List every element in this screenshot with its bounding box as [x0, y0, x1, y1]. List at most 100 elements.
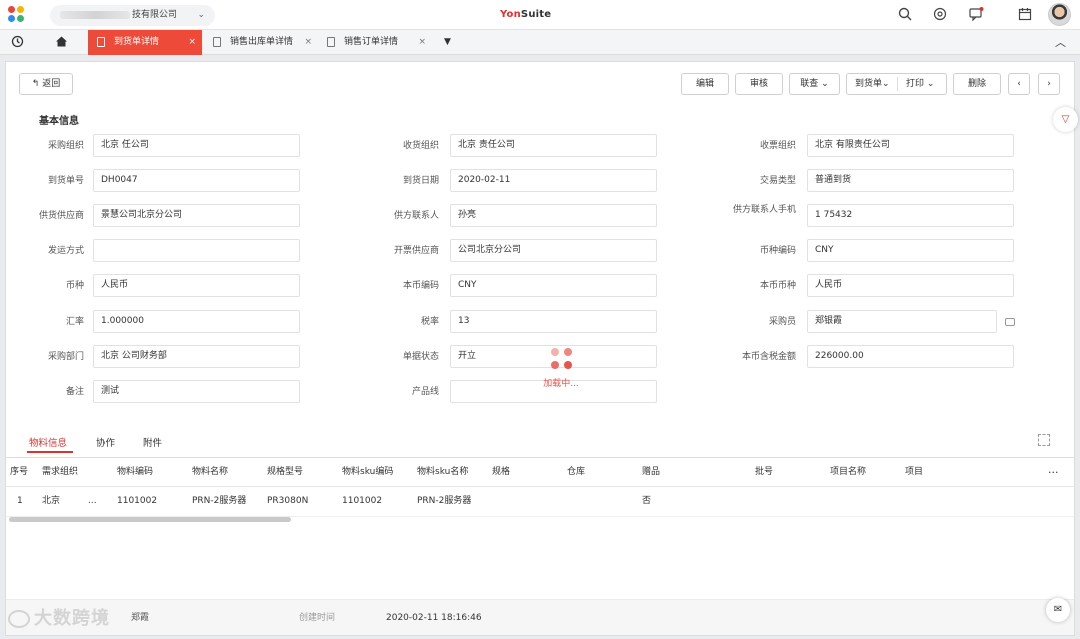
invoice-org-field[interactable]: 北京 有限责任公司 [807, 134, 1014, 157]
local-currency-label: 本币币种 [759, 281, 796, 291]
history-icon[interactable] [10, 35, 25, 50]
close-icon[interactable]: × [304, 30, 312, 55]
invoice-org-label: 收票组织 [759, 141, 796, 151]
linked-query-button[interactable]: 联查 ⌄ [789, 73, 840, 95]
tax-rate-field[interactable]: 13 [450, 310, 657, 333]
purchase-org-field[interactable]: 北京 任公司 [93, 134, 300, 157]
col-spec[interactable]: 规格 [492, 458, 510, 487]
tab-sales-order-detail[interactable]: 销售订单详情 × [318, 30, 432, 55]
cell-demand-org: 北京 [42, 496, 61, 506]
col-gift[interactable]: 赠品 [642, 458, 660, 487]
close-icon[interactable]: × [418, 30, 426, 55]
tab-arrival-detail[interactable]: 到货单详情 × [88, 30, 202, 55]
col-project-name[interactable]: 项目名称 [830, 458, 866, 487]
calendar-icon[interactable] [1017, 7, 1033, 23]
brand-logo: YonSuite [500, 9, 552, 20]
arrival-date-field[interactable]: 2020-02-11 [450, 169, 657, 192]
collapse-icon[interactable]: ︿ [1053, 35, 1068, 50]
close-icon[interactable]: × [188, 30, 196, 55]
prev-record-button[interactable]: ‹ [1008, 73, 1030, 95]
assistant-chat-icon[interactable]: ✉ [1046, 598, 1070, 622]
tab-label: 到货单详情 [114, 37, 160, 47]
material-table: 序号 需求组织 物料编码 物料名称 规格型号 物料sku编码 物料sku名称 规… [6, 457, 1074, 517]
col-spec-model[interactable]: 规格型号 [267, 458, 303, 487]
col-seq[interactable]: 序号 [10, 458, 28, 487]
section-title: 基本信息 [39, 116, 79, 127]
chevron-down-icon: ⌄ [926, 79, 935, 89]
document-icon [213, 37, 221, 47]
purchaser-field[interactable]: 郑银霞 [807, 310, 997, 333]
col-material-code[interactable]: 物料编码 [117, 458, 153, 487]
trade-type-field[interactable]: 普通到货 [807, 169, 1014, 192]
audit-button[interactable]: 审核 [735, 73, 783, 95]
cell-material-code: 1101002 [117, 496, 158, 506]
col-material-name[interactable]: 物料名称 [192, 458, 228, 487]
local-currency-field[interactable]: 人民币 [807, 274, 1014, 297]
receive-org-field[interactable]: 北京 责任公司 [450, 134, 657, 157]
remark-label: 备注 [65, 387, 84, 397]
loading-dots [548, 348, 574, 372]
col-batch[interactable]: 批号 [755, 458, 773, 487]
chat-bubble-icon[interactable] [1005, 318, 1015, 326]
cell-sku-name: PRN-2服务器 [417, 496, 472, 506]
arrival-no-field[interactable]: DH0047 [93, 169, 300, 192]
table-row[interactable]: 1 北京 ... 1101002 PRN-2服务器 PR3080N 110100… [6, 487, 1074, 517]
purchase-dept-field[interactable]: 北京 公司财务部 [93, 345, 300, 368]
currency-field[interactable]: 人民币 [93, 274, 300, 297]
tab-sales-outbound-detail[interactable]: 销售出库单详情 × [204, 30, 318, 55]
col-sku-code[interactable]: 物料sku编码 [342, 458, 393, 487]
apps-icon[interactable] [932, 7, 948, 23]
divider [897, 77, 898, 91]
message-icon[interactable] [968, 7, 984, 23]
org-selector[interactable]: 技有限公司 ⌄ [50, 5, 215, 26]
product-line-label: 产品线 [411, 387, 439, 397]
tab-collaboration[interactable]: 协作 [96, 435, 115, 449]
app-logo-icon[interactable] [8, 6, 26, 24]
purchase-dept-label: 采购部门 [47, 352, 84, 362]
arrival-note-button[interactable]: 到货单⌄ [855, 74, 890, 94]
col-warehouse[interactable]: 仓库 [567, 458, 585, 487]
col-sku-name[interactable]: 物料sku名称 [417, 458, 468, 487]
delete-button[interactable]: 删除 [953, 73, 1001, 95]
invoice-supplier-field[interactable]: 公司北京分公司 [450, 239, 657, 262]
local-total-field[interactable]: 226000.00 [807, 345, 1014, 368]
top-bar: 技有限公司 ⌄ YonSuite [0, 0, 1080, 30]
user-avatar[interactable] [1048, 3, 1071, 26]
home-icon[interactable] [54, 35, 69, 50]
currency-code-label: 币种编码 [759, 246, 796, 256]
local-currency-code-field[interactable]: CNY [450, 274, 657, 297]
remark-field[interactable]: 测试 [93, 380, 300, 403]
print-button[interactable]: 打印 ⌄ [906, 74, 934, 94]
document-icon [327, 37, 335, 47]
loading-spinner: 加载中... [536, 348, 586, 389]
search-icon[interactable] [897, 7, 913, 23]
back-icon: ↰ [31, 79, 40, 89]
fullscreen-icon[interactable] [1038, 434, 1050, 446]
tab-label: 销售出库单详情 [230, 37, 294, 47]
back-button[interactable]: ↰ 返回 [19, 73, 73, 95]
exchange-rate-field[interactable]: 1.000000 [93, 310, 300, 333]
supplier-contact-field[interactable]: 孙亮 [450, 204, 657, 227]
workflow-icon[interactable]: ▽ [1053, 107, 1078, 132]
created-time-label: 创建时间 [299, 613, 336, 623]
currency-code-field[interactable]: CNY [807, 239, 1014, 262]
detail-panel: ↰ 返回 编辑 审核 联查 ⌄ 到货单⌄ 打印 ⌄ 删除 ‹ › 基本信息 ▽ … [5, 61, 1078, 636]
shipping-field[interactable] [93, 239, 300, 262]
tabs-dropdown-icon[interactable]: ▼ [440, 35, 455, 50]
next-record-button[interactable]: › [1038, 73, 1060, 95]
supplier-field[interactable]: 景慧公司北京分公司 [93, 204, 300, 227]
more-columns-icon[interactable]: ··· [1048, 458, 1059, 487]
tax-rate-label: 税率 [420, 317, 439, 327]
contact-phone-field[interactable]: 1 75432 [807, 204, 1014, 227]
tab-material-info[interactable]: 物料信息 [29, 435, 67, 449]
doc-status-label: 单据状态 [402, 352, 439, 362]
document-icon [97, 37, 105, 47]
supplier-label: 供货供应商 [38, 211, 84, 221]
col-demand-org[interactable]: 需求组织 [42, 458, 78, 487]
loading-text: 加载中... [543, 379, 579, 389]
horizontal-scrollbar[interactable] [9, 517, 291, 522]
edit-button[interactable]: 编辑 [681, 73, 729, 95]
tab-attachments[interactable]: 附件 [143, 435, 162, 449]
purchaser-label: 采购员 [768, 317, 796, 327]
col-project[interactable]: 项目 [905, 458, 928, 487]
